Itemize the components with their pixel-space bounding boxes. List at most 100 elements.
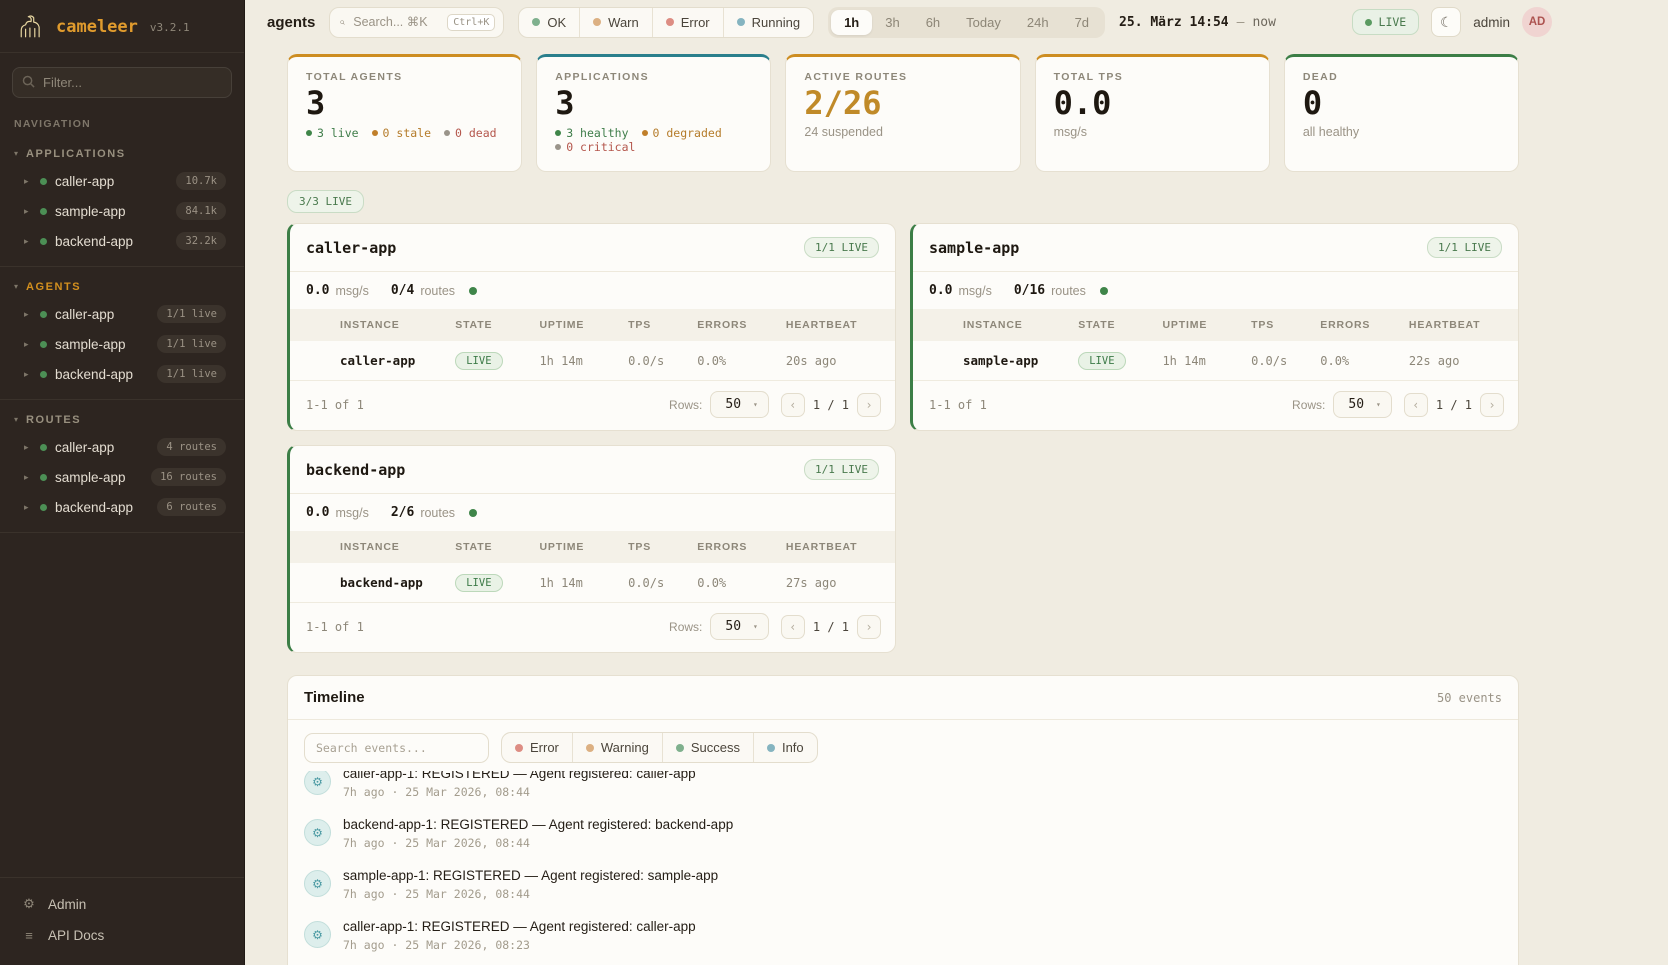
status-dot xyxy=(40,444,47,451)
col-instance: INSTANCE xyxy=(963,319,1078,331)
filter-input[interactable] xyxy=(12,67,232,98)
table-row[interactable]: caller-app LIVE 1h 14m 0.0/s 0.0% 20s ag… xyxy=(290,341,895,381)
search-input[interactable] xyxy=(353,15,439,29)
stat-sub: all healthy xyxy=(1303,125,1500,139)
filter-error[interactable]: Error xyxy=(502,733,573,762)
segment-text: 0 critical xyxy=(566,140,635,154)
time-range-today[interactable]: Today xyxy=(953,10,1014,35)
prev-page-button[interactable]: ‹ xyxy=(1404,393,1428,417)
section-applications: ▾ APPLICATIONS ▸ caller-app 10.7k ▸ samp… xyxy=(0,134,244,267)
content: TOTAL AGENTS 3 3 live 0 stale 0 dead APP… xyxy=(245,44,1668,965)
app-tps-unit: msg/s xyxy=(335,506,368,520)
event-item: ⚙ caller-app-1: REGISTERED — Agent regis… xyxy=(304,771,1502,808)
page-indicator: 1 / 1 xyxy=(813,398,849,412)
stat-card-total-tps: TOTAL TPS 0.0 msg/s xyxy=(1035,54,1270,172)
state-badge: LIVE xyxy=(1078,352,1125,370)
main-area: agents Ctrl+K OK Warn Error Running 1h 3… xyxy=(245,0,1668,965)
section-title: ROUTES xyxy=(26,414,81,426)
table-footer: 1-1 of 1 Rows: 50 ▾ ‹ 1 / 1 › xyxy=(290,381,895,430)
timeline-card: Timeline 50 events Error Warning Success… xyxy=(287,675,1519,965)
time-range-7d[interactable]: 7d xyxy=(1062,10,1102,35)
app-routes-value: 0/16 xyxy=(1014,283,1045,298)
sidebar-item-routes-caller[interactable]: ▸ caller-app 4 routes xyxy=(0,432,244,462)
rows-per-page-select[interactable]: 50 ▾ xyxy=(710,613,768,640)
time-range-24h[interactable]: 24h xyxy=(1014,10,1062,35)
time-range-3h[interactable]: 3h xyxy=(872,10,912,35)
live-status-badge[interactable]: LIVE xyxy=(1352,9,1420,35)
sidebar-item-app-backend[interactable]: ▸ backend-app 32.2k xyxy=(0,226,244,256)
caret-down-icon: ▾ xyxy=(1376,400,1381,409)
prev-page-button[interactable]: ‹ xyxy=(781,393,805,417)
chevron-right-icon: ▸ xyxy=(24,206,32,217)
success-dot-icon xyxy=(676,744,684,752)
filter-error[interactable]: Error xyxy=(653,8,724,37)
prev-page-button[interactable]: ‹ xyxy=(781,615,805,639)
app-tps-unit: msg/s xyxy=(335,284,368,298)
filter-label: Success xyxy=(691,740,740,755)
event-item: ⚙ sample-app-1: REGISTERED — Agent regis… xyxy=(304,859,1502,910)
cell-errors: 0.0% xyxy=(697,576,786,590)
global-search[interactable]: Ctrl+K xyxy=(329,7,504,38)
section-title: APPLICATIONS xyxy=(26,148,126,160)
gear-icon: ⚙ xyxy=(304,921,331,948)
app-card-backend: backend-app 1/1 LIVE 0.0 msg/s 2/6 route… xyxy=(287,445,896,653)
filter-success[interactable]: Success xyxy=(663,733,754,762)
cell-uptime: 1h 14m xyxy=(539,576,628,590)
section-header-routes[interactable]: ▾ ROUTES xyxy=(0,410,244,432)
event-filter-group: Error Warning Success Info xyxy=(501,732,818,763)
admin-link[interactable]: ⚙ Admin xyxy=(0,888,244,920)
sidebar-item-app-sample[interactable]: ▸ sample-app 84.1k xyxy=(0,196,244,226)
rows-per-page-select[interactable]: 50 ▾ xyxy=(710,391,768,418)
table-row[interactable]: backend-app LIVE 1h 14m 0.0/s 0.0% 27s a… xyxy=(290,563,895,603)
gear-icon: ⚙ xyxy=(22,896,36,912)
sidebar-item-routes-backend[interactable]: ▸ backend-app 6 routes xyxy=(0,492,244,522)
critical-dot-icon xyxy=(555,144,561,150)
status-dot xyxy=(40,208,47,215)
instance-table: INSTANCE STATE UPTIME TPS ERRORS HEARTBE… xyxy=(290,309,895,430)
next-page-button[interactable]: › xyxy=(857,393,881,417)
item-badge: 32.2k xyxy=(176,232,226,250)
sidebar-item-agent-backend[interactable]: ▸ backend-app 1/1 live xyxy=(0,359,244,389)
filter-running[interactable]: Running xyxy=(724,8,813,37)
col-instance: INSTANCE xyxy=(340,541,455,553)
table-footer: 1-1 of 1 Rows: 50 ▾ ‹ 1 / 1 › xyxy=(913,381,1518,430)
stats-row: TOTAL AGENTS 3 3 live 0 stale 0 dead APP… xyxy=(287,54,1519,172)
table-row[interactable]: sample-app LIVE 1h 14m 0.0/s 0.0% 22s ag… xyxy=(913,341,1518,381)
segment-text: 0 stale xyxy=(383,126,431,140)
stat-card-total-agents: TOTAL AGENTS 3 3 live 0 stale 0 dead xyxy=(287,54,522,172)
app-card-header: backend-app 1/1 LIVE xyxy=(290,446,895,494)
col-uptime: UPTIME xyxy=(539,541,628,553)
time-range-1h[interactable]: 1h xyxy=(831,10,872,35)
camel-logo-icon xyxy=(16,14,46,40)
filter-warning[interactable]: Warning xyxy=(573,733,663,762)
cell-instance: caller-app xyxy=(340,353,455,368)
event-title: caller-app-1: REGISTERED — Agent registe… xyxy=(343,771,696,781)
theme-toggle-button[interactable]: ☾ xyxy=(1431,7,1461,37)
section-header-applications[interactable]: ▾ APPLICATIONS xyxy=(0,144,244,166)
brand: cameleer v3.2.1 xyxy=(0,0,244,53)
sidebar-item-agent-sample[interactable]: ▸ sample-app 1/1 live xyxy=(0,329,244,359)
event-time: 7h ago · 25 Mar 2026, 08:44 xyxy=(343,887,718,901)
app-live-badge: 1/1 LIVE xyxy=(1427,237,1502,258)
event-search-input[interactable] xyxy=(304,733,489,763)
api-docs-link[interactable]: ≡ API Docs xyxy=(0,920,244,951)
section-header-agents[interactable]: ▾ AGENTS xyxy=(0,277,244,299)
sidebar-item-agent-caller[interactable]: ▸ caller-app 1/1 live xyxy=(0,299,244,329)
time-range-6h[interactable]: 6h xyxy=(913,10,953,35)
filter-info[interactable]: Info xyxy=(754,733,817,762)
next-page-button[interactable]: › xyxy=(857,615,881,639)
rows-per-page-select[interactable]: 50 ▾ xyxy=(1333,391,1391,418)
avatar[interactable]: AD xyxy=(1522,7,1552,37)
cell-uptime: 1h 14m xyxy=(539,354,628,368)
event-list[interactable]: ⚙ caller-app-1: REGISTERED — Agent regis… xyxy=(288,771,1518,961)
stat-card-applications: APPLICATIONS 3 3 healthy 0 degraded 0 cr… xyxy=(536,54,771,172)
filter-warn[interactable]: Warn xyxy=(580,8,653,37)
stale-dot-icon xyxy=(372,130,378,136)
item-label: caller-app xyxy=(55,307,149,322)
sidebar-item-routes-sample[interactable]: ▸ sample-app 16 routes xyxy=(0,462,244,492)
sidebar: cameleer v3.2.1 NAVIGATION ▾ APPLICATION… xyxy=(0,0,245,965)
next-page-button[interactable]: › xyxy=(1480,393,1504,417)
sidebar-item-app-caller[interactable]: ▸ caller-app 10.7k xyxy=(0,166,244,196)
chevron-right-icon: ▸ xyxy=(24,176,32,187)
filter-ok[interactable]: OK xyxy=(519,8,580,37)
